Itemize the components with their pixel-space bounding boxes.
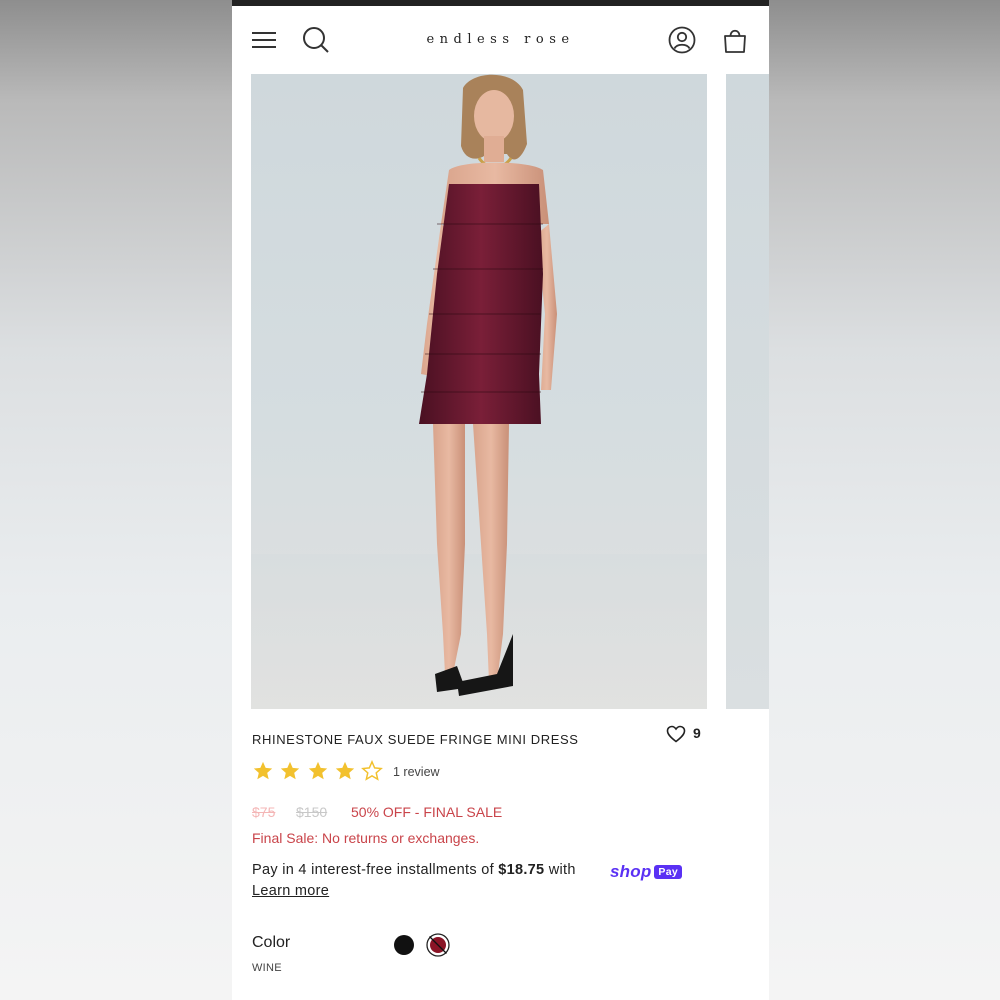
original-price: $150 xyxy=(296,804,328,820)
phone-screen: endless rose RHINESTONE FAUX SUEDE FRING… xyxy=(232,0,769,1000)
next-product-image[interactable] xyxy=(726,74,769,709)
star-filled-icon xyxy=(308,761,328,780)
product-title: RHINESTONE FAUX SUEDE FRINGE MINI DRESS xyxy=(252,732,579,747)
product-image[interactable] xyxy=(251,74,707,709)
search-icon[interactable] xyxy=(302,26,330,54)
learn-more-link[interactable]: Learn more xyxy=(252,883,329,899)
installments-message: Pay in 4 interest-free installments of $… xyxy=(252,862,752,881)
product-gallery[interactable] xyxy=(251,74,769,710)
account-icon[interactable] xyxy=(668,26,696,54)
installment-amount: $18.75 xyxy=(498,862,545,878)
sale-price: $75 xyxy=(252,804,276,820)
installments-suffix: with xyxy=(544,862,576,878)
installments-prefix: Pay in 4 interest-free installments of xyxy=(252,862,499,878)
final-sale-note: Final Sale: No returns or exchanges. xyxy=(252,830,480,846)
color-swatch-wine[interactable] xyxy=(426,933,450,957)
star-filled-icon xyxy=(335,761,355,780)
heart-icon[interactable] xyxy=(666,725,686,743)
star-filled-icon xyxy=(280,761,300,780)
background-left xyxy=(0,0,232,1000)
bag-icon[interactable] xyxy=(722,26,748,54)
shop-pay-badge: Pay xyxy=(654,865,683,879)
background-right xyxy=(768,0,1000,1000)
color-swatch-black[interactable] xyxy=(394,935,414,955)
color-label: Color xyxy=(252,934,291,951)
menu-icon[interactable] xyxy=(252,29,276,51)
review-count-link[interactable]: 1 review xyxy=(393,765,440,779)
shop-pay-logo: shop Pay xyxy=(610,862,683,882)
star-empty-icon xyxy=(361,760,383,781)
site-header: endless rose xyxy=(232,6,769,74)
brand-logo[interactable]: endless rose xyxy=(382,32,619,47)
star-filled-icon xyxy=(253,761,273,780)
selected-color-name: WINE xyxy=(252,962,282,974)
shop-pay-wordmark: shop xyxy=(610,862,652,881)
discount-label: 50% OFF - FINAL SALE xyxy=(351,804,503,820)
wishlist-count: 9 xyxy=(693,725,701,741)
